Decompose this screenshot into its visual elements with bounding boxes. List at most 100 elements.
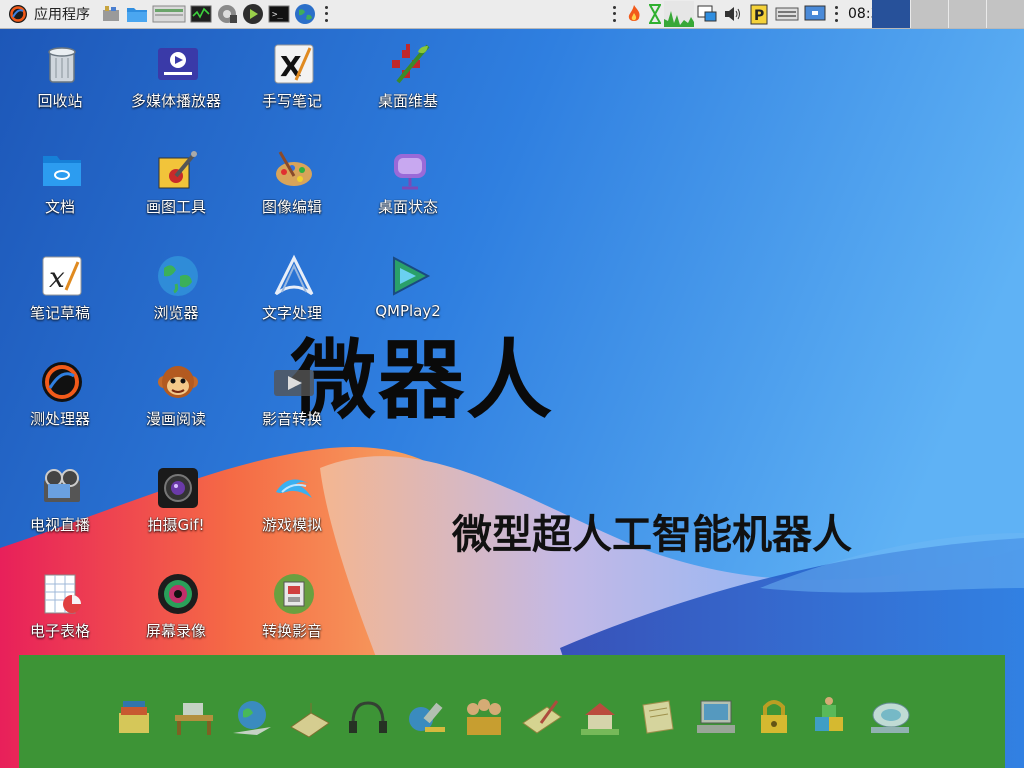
video-converter-icon — [274, 370, 314, 396]
workspace-3[interactable] — [948, 0, 986, 28]
dock-computer-icon[interactable] — [691, 693, 741, 743]
desktop-icon-label: 手写笔记 — [261, 92, 322, 110]
display-icon[interactable] — [804, 3, 826, 25]
panel-separator-handle[interactable] — [322, 4, 330, 24]
cpu-test-icon — [42, 362, 82, 402]
desktop-icon-browser[interactable]: 浏览器 — [121, 242, 231, 338]
desktop-icon-game-emulator[interactable]: 游戏模拟 — [237, 454, 347, 550]
terminal-icon[interactable]: >_ — [268, 3, 290, 25]
game-emulator-icon — [276, 479, 312, 498]
tray-separator-handle-2[interactable] — [832, 4, 840, 24]
desktop-icon-gif-camera[interactable]: 拍摄Gif! — [121, 454, 231, 550]
folder-icon[interactable] — [126, 3, 148, 25]
desktop-icon-documents[interactable]: 文档 — [5, 136, 115, 232]
dock-globe-plane-icon[interactable] — [227, 693, 277, 743]
desktop-icon-media-player[interactable]: 多媒体播放器 — [121, 30, 231, 126]
tray-separator-handle[interactable] — [610, 4, 618, 24]
browser-globe-icon[interactable] — [294, 3, 316, 25]
desktop-icon-label: 文字处理 — [261, 304, 322, 322]
desktop-icon-screen-recorder[interactable]: 屏幕录像 — [121, 560, 231, 656]
hourglass-icon[interactable] — [648, 3, 662, 25]
tv-live-icon — [44, 469, 80, 502]
desktop-icon-label: 漫画阅读 — [145, 410, 206, 428]
desktop-icon-label: 游戏模拟 — [261, 516, 322, 534]
xournal-icon: x — [42, 256, 82, 296]
desktop-icon-label: 浏览器 — [153, 304, 199, 322]
wallpaper-subtitle: 微型超人工智能机器人 — [452, 512, 852, 558]
network-icon[interactable] — [696, 3, 718, 25]
svg-text:x: x — [49, 261, 65, 294]
fire-icon[interactable] — [624, 3, 644, 25]
desktop-icon-image-editor[interactable]: 图像编辑 — [237, 136, 347, 232]
desktop-icon-label: 笔记草稿 — [29, 304, 90, 322]
desktop-icon-label: 拍摄Gif! — [147, 516, 205, 534]
image-viewer-icon[interactable] — [152, 3, 186, 25]
desktop-icon-qmplay[interactable]: QMPlay2 — [353, 242, 463, 338]
dock-books-icon[interactable] — [111, 693, 161, 743]
svg-text:P: P — [754, 8, 764, 24]
workspace-2[interactable] — [910, 0, 948, 28]
applications-menu-button[interactable]: 应用程序 — [0, 0, 98, 28]
desktop-icon-label: 文档 — [44, 198, 75, 216]
desktop-icon-label: 屏幕录像 — [145, 622, 206, 640]
dock-calendar-icon[interactable] — [285, 693, 335, 743]
desktop-icon-xournal[interactable]: x 笔记草稿 — [5, 242, 115, 338]
desktop-icon-label: 电子表格 — [29, 622, 90, 640]
media-player-icon — [158, 48, 198, 80]
desktop-icon-label: 桌面状态 — [377, 198, 438, 216]
trash-icon — [48, 47, 76, 83]
desktop-icon-media-transcode[interactable]: 转换影音 — [237, 560, 347, 656]
dock-headset-icon[interactable] — [343, 693, 393, 743]
workspace-1[interactable] — [872, 0, 910, 28]
handwriting-icon: X — [274, 44, 314, 84]
dock-scroll-icon[interactable] — [633, 693, 683, 743]
desktop-icon-spreadsheet[interactable]: 电子表格 — [5, 560, 115, 656]
desktop-icon-desktop-status[interactable]: 桌面状态 — [353, 136, 463, 232]
dock-desk-icon[interactable] — [169, 693, 219, 743]
dock-notes-icon[interactable] — [517, 693, 567, 743]
dock-lock-icon[interactable] — [749, 693, 799, 743]
desktop-icon-label: 桌面维基 — [377, 92, 438, 110]
browser-icon — [158, 256, 198, 296]
network-tools-icon[interactable] — [216, 3, 238, 25]
gif-camera-icon — [158, 468, 198, 508]
system-monitor-icon[interactable] — [190, 3, 212, 25]
desktop-icon-wiki[interactable]: 桌面维基 — [353, 30, 463, 126]
desktop-icon-paint-tool[interactable]: 画图工具 — [121, 136, 231, 232]
workspace-4[interactable] — [986, 0, 1024, 28]
screen-recorder-icon — [158, 574, 198, 614]
svg-text:X: X — [280, 50, 302, 83]
desktop-icon-tv-live[interactable]: 电视直播 — [5, 454, 115, 550]
dock-satellite-icon[interactable] — [401, 693, 451, 743]
dock-people-icon[interactable] — [459, 693, 509, 743]
clipboard-icon[interactable]: P — [748, 3, 770, 25]
keyboard-icon[interactable] — [774, 3, 800, 25]
cpu-graph-icon[interactable] — [664, 1, 694, 27]
desktop-icon-comic-reader[interactable]: 漫画阅读 — [121, 348, 231, 444]
desktop-icon-label: 回收站 — [37, 92, 83, 110]
qmplay-icon — [393, 256, 431, 296]
dock-house-icon[interactable] — [575, 693, 625, 743]
dock-blocks-icon[interactable] — [807, 693, 857, 743]
desktop-icon-trash[interactable]: 回收站 — [5, 30, 115, 126]
dock-mouse-icon[interactable] — [865, 693, 915, 743]
desktop-icon-handwriting[interactable]: X 手写笔记 — [237, 30, 347, 126]
desktop-status-icon — [394, 154, 426, 190]
file-manager-icon[interactable] — [100, 3, 122, 25]
dock-items — [111, 693, 915, 743]
paint-tool-icon — [158, 150, 198, 189]
desktop-icon-label: 图像编辑 — [261, 198, 322, 216]
desktop-icon-label: 测处理器 — [29, 410, 90, 428]
panel-left: 应用程序 >_ — [0, 0, 334, 28]
desktop-icon-label: 影音转换 — [261, 410, 322, 428]
volume-icon[interactable] — [722, 3, 744, 25]
comic-reader-icon — [158, 366, 198, 398]
desktop-icon-video-converter[interactable]: 影音转换 — [237, 348, 347, 444]
applications-menu-label: 应用程序 — [34, 7, 90, 23]
desktop-icon-cpu-test[interactable]: 测处理器 — [5, 348, 115, 444]
wiki-icon — [392, 44, 430, 84]
top-panel: 应用程序 >_ P 08:36 — [0, 0, 1024, 29]
dock-bar — [19, 655, 1005, 768]
desktop-icon-word-processor[interactable]: 文字处理 — [237, 242, 347, 338]
media-play-icon[interactable] — [242, 3, 264, 25]
